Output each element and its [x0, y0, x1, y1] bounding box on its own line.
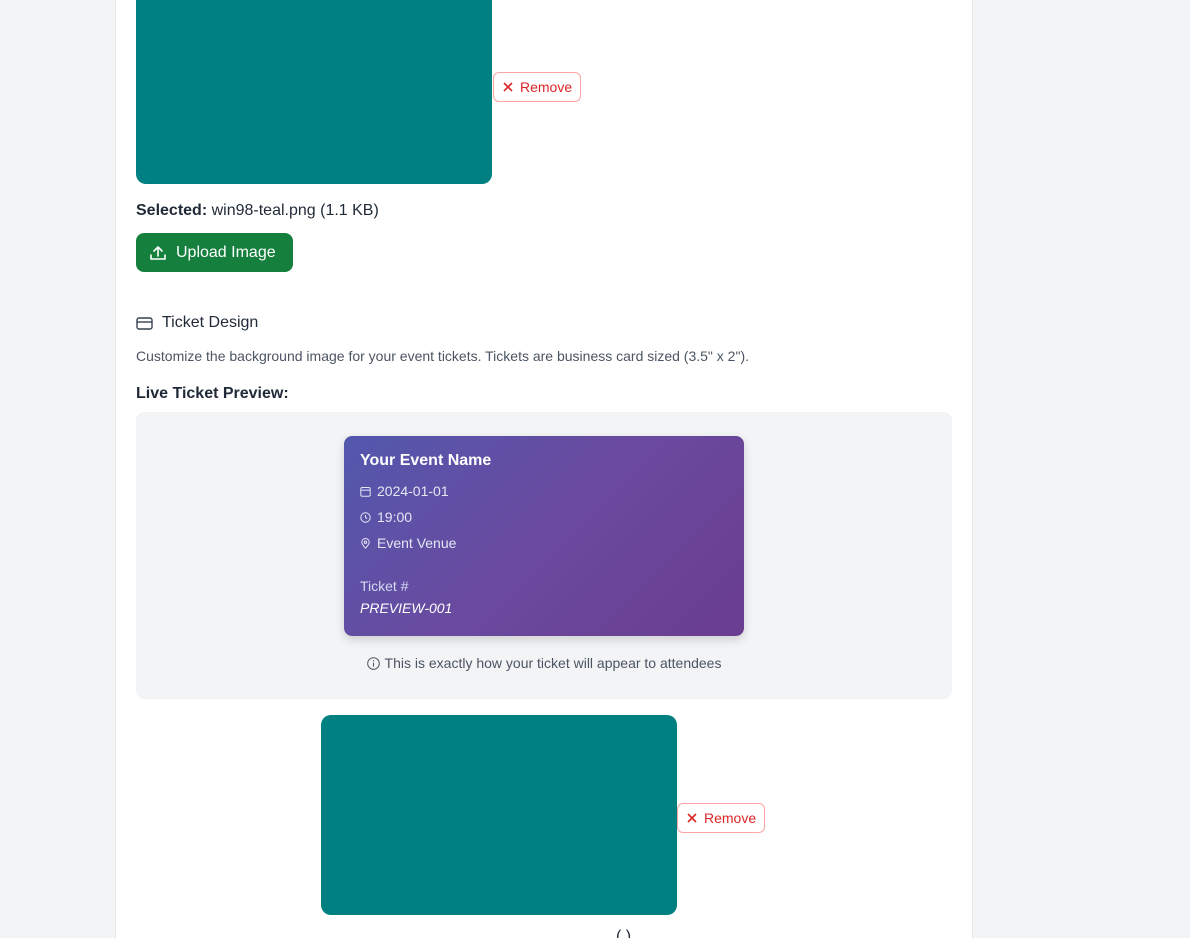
ticket-design-title: Ticket Design [162, 314, 259, 331]
ticket-number: PREVIEW-001 [360, 600, 453, 616]
selected-file: Selected: win98-teal.png (1.1 KB) [136, 202, 379, 220]
upload-icon [150, 245, 166, 260]
live-preview-label: Live Ticket Preview: [136, 385, 289, 402]
close-icon [687, 813, 697, 823]
close-icon [503, 82, 513, 92]
ticket-preview-area: Your Event Name 2024-01-01 19:00 Event V… [136, 412, 952, 699]
upload-label: Upload Image [176, 243, 276, 261]
bottom-partial-text: ( ) [616, 928, 632, 938]
ticket-venue: Event Venue [377, 535, 457, 551]
ticket-date-row: 2024-01-01 [360, 478, 728, 504]
ticket-venue-row: Event Venue [360, 530, 728, 556]
selected-label: Selected: [136, 202, 208, 219]
calendar-icon [360, 486, 371, 497]
remove-label: Remove [704, 810, 757, 826]
preview-hint: This is exactly how your ticket will app… [136, 655, 952, 671]
image-preview-top [136, 0, 492, 184]
remove-ticket-image-button[interactable]: Remove [677, 803, 766, 833]
info-icon [366, 656, 380, 670]
ticket-design-heading: Ticket Design [136, 314, 258, 332]
ticket-number-label: Ticket # [360, 578, 409, 594]
remove-image-button[interactable]: Remove [493, 72, 582, 102]
map-pin-icon [361, 537, 370, 549]
clock-icon [360, 511, 371, 523]
preview-hint-text: This is exactly how your ticket will app… [384, 655, 722, 671]
ticket-card: Your Event Name 2024-01-01 19:00 Event V… [344, 436, 744, 636]
ticket-date: 2024-01-01 [377, 483, 449, 499]
main-card: Remove Selected: win98-teal.png (1.1 KB)… [115, 0, 973, 938]
remove-label: Remove [520, 79, 573, 95]
credit-card-icon [136, 316, 153, 330]
ticket-design-description: Customize the background image for your … [136, 348, 749, 364]
image-preview-bottom [321, 715, 677, 915]
ticket-time-row: 19:00 [360, 504, 728, 530]
ticket-event-name: Your Event Name [360, 452, 492, 469]
selected-value: win98-teal.png (1.1 KB) [211, 202, 379, 219]
ticket-time: 19:00 [377, 509, 413, 525]
upload-image-button[interactable]: Upload Image [136, 233, 293, 272]
